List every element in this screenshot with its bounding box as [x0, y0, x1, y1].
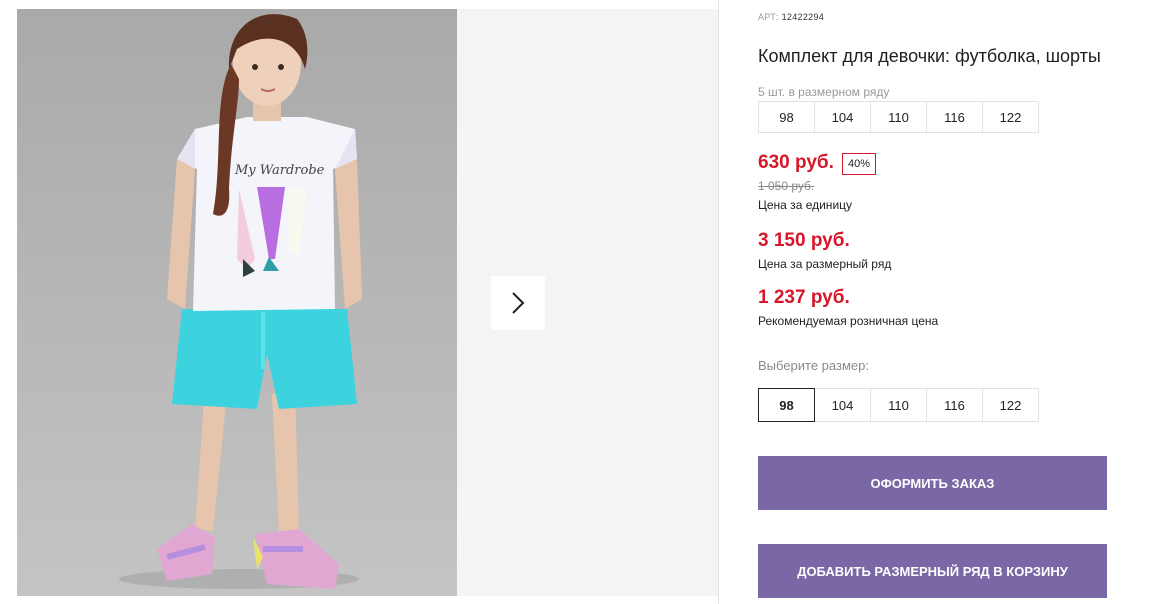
- retail-price: 1 237 руб.: [758, 287, 850, 308]
- order-button[interactable]: ОФОРМИТЬ ЗАКАЗ: [758, 456, 1107, 510]
- pack-size-row: 98 104 110 116 122: [758, 101, 1039, 133]
- article-number: АРТ: 12422294: [758, 12, 824, 22]
- chevron-right-icon: [512, 292, 525, 314]
- size-option-116[interactable]: 116: [926, 388, 983, 422]
- next-image-button[interactable]: [491, 276, 545, 330]
- pack-size-cell: 98: [758, 101, 815, 133]
- discount-badge: 40%: [842, 153, 877, 175]
- pack-size-cell: 116: [926, 101, 983, 133]
- pack-info: 5 шт. в размерном ряду: [758, 85, 890, 99]
- product-title: Комплект для девочки: футболка, шорты: [758, 46, 1101, 66]
- size-option-104[interactable]: 104: [814, 388, 871, 422]
- row-price: 3 150 руб.: [758, 230, 850, 251]
- column-divider: [718, 0, 719, 604]
- size-option-110[interactable]: 110: [870, 388, 927, 422]
- article-value: 12422294: [781, 12, 825, 22]
- row-price-label: Цена за размерный ряд: [758, 257, 892, 271]
- product-photo[interactable]: My Wardrobe: [17, 9, 457, 596]
- unit-price: 630 руб.: [758, 152, 834, 173]
- size-picker-label: Выберите размер:: [758, 358, 869, 373]
- size-picker: 98 104 110 116 122: [758, 388, 1039, 422]
- retail-price-label: Рекомендуемая розничная цена: [758, 314, 939, 328]
- product-photo-illustration: My Wardrobe: [119, 14, 362, 589]
- article-label: АРТ:: [758, 12, 779, 22]
- old-price: 1 050 руб.: [758, 179, 815, 193]
- pack-size-cell: 110: [870, 101, 927, 133]
- shirt-print-text: My Wardrobe: [234, 163, 325, 178]
- add-size-row-to-cart-button[interactable]: ДОБАВИТЬ РАЗМЕРНЫЙ РЯД В КОРЗИНУ: [758, 544, 1107, 598]
- product-gallery: My Wardrobe: [0, 0, 719, 604]
- unit-price-label: Цена за единицу: [758, 198, 853, 212]
- pack-size-cell: 122: [982, 101, 1039, 133]
- size-option-122[interactable]: 122: [982, 388, 1039, 422]
- size-option-98[interactable]: 98: [758, 388, 815, 422]
- pack-size-cell: 104: [814, 101, 871, 133]
